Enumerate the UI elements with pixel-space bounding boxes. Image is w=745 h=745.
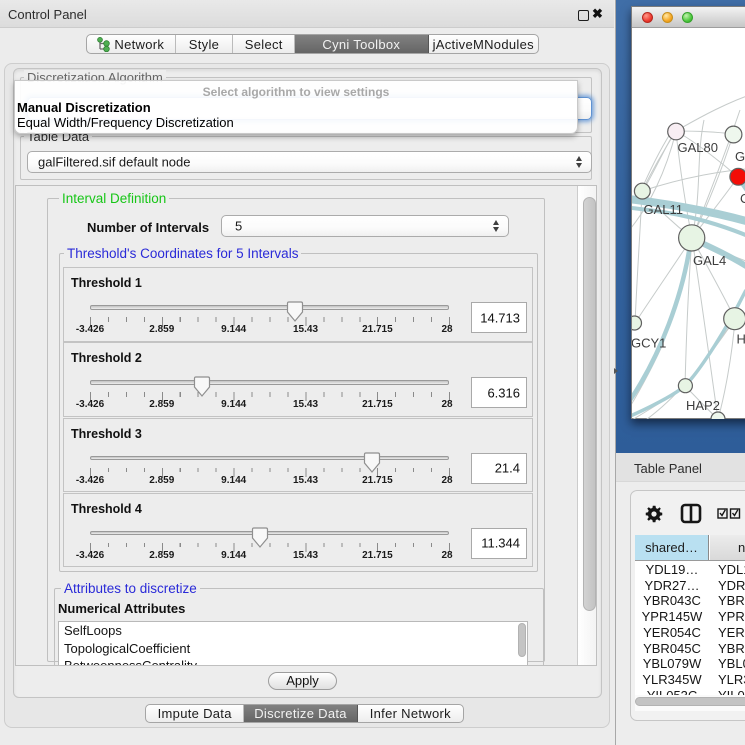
svg-text:GAL11: GAL11	[644, 202, 684, 217]
svg-text:HAP2: HAP2	[686, 398, 720, 413]
svg-text:CY: CY	[740, 191, 745, 206]
svg-text:GCY1: GCY1	[632, 336, 666, 351]
svg-text:HI: HI	[737, 332, 745, 347]
svg-text:GAL80: GAL80	[678, 140, 718, 155]
svg-text:GAL4: GAL4	[693, 253, 726, 268]
svg-text:GA: GA	[735, 149, 745, 164]
